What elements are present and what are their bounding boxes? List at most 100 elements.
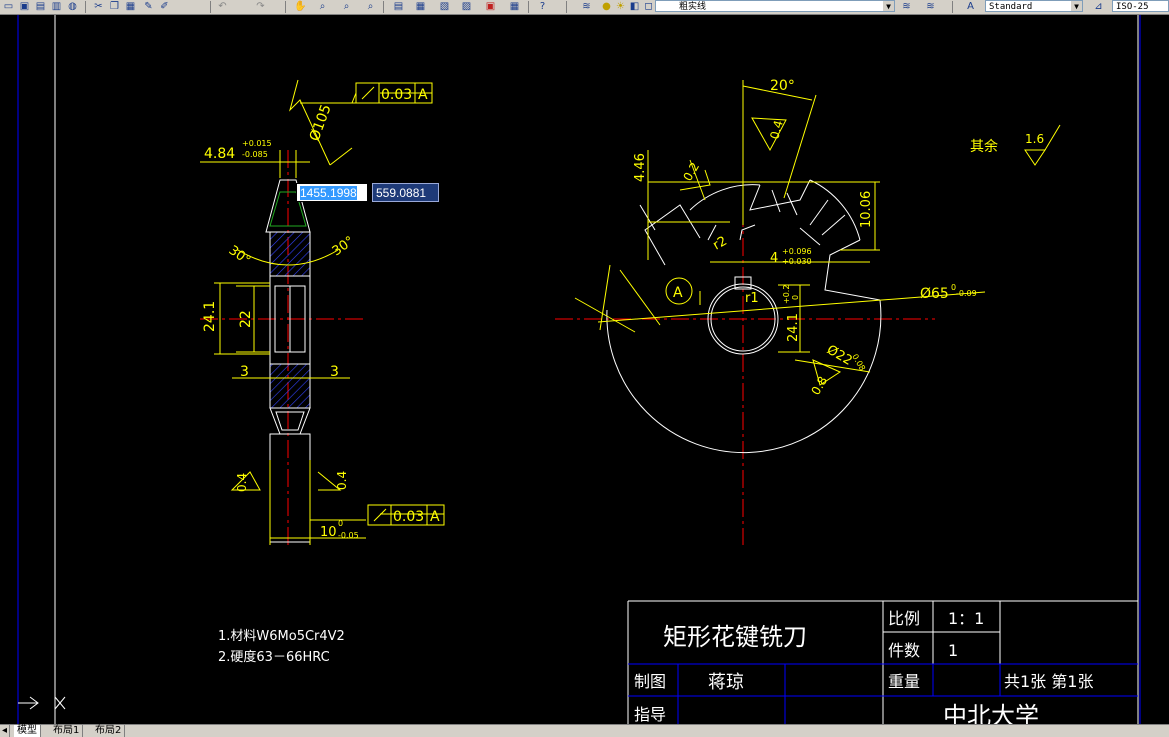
tool-palette-icon[interactable]: ▧ bbox=[438, 1, 451, 12]
toolbar-separator bbox=[952, 1, 953, 13]
coord-y-value: 559.0881 bbox=[376, 186, 427, 200]
title-block: 矩形花键铣刀 比例 1：1 件数 1 制图 蒋琼 重量 共1张 第1张 指导 中… bbox=[627, 600, 1138, 724]
dim-radius-2: r2 bbox=[711, 234, 730, 254]
dim-tol-lower: 0 bbox=[791, 295, 800, 300]
tab-layout2[interactable]: 布局2 bbox=[92, 725, 126, 737]
runout-tolerance-2: 0.03 bbox=[393, 509, 424, 525]
dim-tol-upper: +0.2 bbox=[782, 285, 791, 304]
help-icon[interactable]: ? bbox=[536, 1, 549, 12]
dim-4-46: 4.46 bbox=[633, 153, 648, 182]
tab-scroll-icon[interactable]: ◂ bbox=[0, 725, 11, 737]
dim-tol-lower: +0.030 bbox=[782, 257, 812, 266]
globe-icon[interactable]: ◍ bbox=[66, 1, 79, 12]
toolbar-separator bbox=[210, 1, 211, 13]
sheet-set-icon[interactable]: ▨ bbox=[460, 1, 473, 12]
text-style-dropdown[interactable]: Standard ▼ bbox=[985, 0, 1083, 12]
markup-icon[interactable]: ▣ bbox=[484, 1, 497, 12]
toolbar-separator bbox=[528, 1, 529, 13]
weight-label: 重量 bbox=[888, 672, 920, 691]
roughness-other-label: 其余 bbox=[970, 138, 998, 155]
toolbar-separator bbox=[566, 1, 567, 13]
dim-24-1: 24.1 bbox=[786, 313, 801, 342]
text-style-name: Standard bbox=[989, 2, 1033, 12]
chevron-down-icon[interactable]: ▼ bbox=[883, 1, 894, 11]
layer-dropdown[interactable]: 粗实线 ▼ bbox=[655, 0, 895, 12]
roughness-0-8: 0.8 bbox=[808, 374, 830, 398]
calculator-icon[interactable]: ▦ bbox=[508, 1, 521, 12]
technical-notes: 1.材料W6Mo5Cr4V2 2.硬度63－66HRC bbox=[218, 629, 345, 665]
roughness-0-4-left: 0.4 bbox=[235, 473, 249, 492]
dim-side-width: 4.84 bbox=[204, 146, 235, 162]
tab-model[interactable]: 模型 bbox=[14, 725, 41, 737]
pan-icon[interactable]: ✋ bbox=[294, 1, 307, 12]
note-material: 1.材料W6Mo5Cr4V2 bbox=[218, 629, 345, 644]
chevron-down-icon[interactable]: ▼ bbox=[1071, 1, 1082, 11]
dim-width-3-right: 3 bbox=[330, 364, 339, 380]
front-view[interactable]: A 20° 0.4 0.2 4.46 10.06 r2 4 +0.096 +0.… bbox=[555, 78, 1061, 545]
cut-icon[interactable]: ✂ bbox=[92, 1, 105, 12]
copy-icon[interactable]: ❐ bbox=[108, 1, 121, 12]
redo-icon[interactable]: ↷ bbox=[254, 1, 267, 12]
dim-tol-lower: -0.05 bbox=[338, 531, 359, 540]
tab-layout1[interactable]: 布局1 bbox=[50, 725, 84, 737]
dim-keyway-4: 4 bbox=[770, 251, 778, 266]
layer-previous-icon[interactable]: ≋ bbox=[924, 1, 937, 12]
scale-label: 比例 bbox=[888, 609, 920, 628]
design-center-icon[interactable]: ▦ bbox=[414, 1, 427, 12]
save-icon[interactable]: ▤ bbox=[34, 1, 47, 12]
match-properties-icon[interactable]: ✎ bbox=[142, 1, 155, 12]
runout-tolerance-1: 0.03 bbox=[381, 87, 412, 103]
qty-label: 件数 bbox=[888, 641, 920, 660]
drawn-label: 制图 bbox=[634, 672, 666, 691]
new-file-icon[interactable]: ▭ bbox=[2, 1, 15, 12]
open-icon[interactable]: ▣ bbox=[18, 1, 31, 12]
dim-tol-upper: 0 bbox=[338, 519, 343, 528]
dim-height-24-1: 24.1 bbox=[202, 301, 218, 332]
roughness-0-4-right: 0.4 bbox=[335, 471, 349, 490]
drawing-canvas[interactable]: 4.84 +0.015 -0.085 Ø105 0.03 A 30° 30° 2… bbox=[0, 15, 1169, 724]
layer-lock-icon[interactable]: ◧ bbox=[628, 1, 641, 12]
dim-style-dropdown[interactable]: ISO-25 bbox=[1112, 0, 1169, 12]
coord-y-input[interactable]: 559.0881 bbox=[372, 183, 439, 202]
datum-ref-1: A bbox=[418, 87, 428, 103]
toolbar-separator bbox=[285, 1, 286, 13]
datum-ref-2: A bbox=[430, 509, 440, 525]
dim-radius-1: r1 bbox=[745, 291, 759, 306]
dim-diameter-65: Ø65 bbox=[920, 286, 949, 302]
scale-value: 1：1 bbox=[948, 609, 984, 628]
properties-icon[interactable]: ▤ bbox=[392, 1, 405, 12]
note-hardness: 2.硬度63－66HRC bbox=[218, 649, 330, 665]
zoom-realtime-icon[interactable]: ⌕ bbox=[316, 1, 329, 12]
layer-on-icon[interactable]: ● bbox=[600, 1, 613, 12]
paste-icon[interactable]: ▦ bbox=[124, 1, 137, 12]
print-icon[interactable]: ▥ bbox=[50, 1, 63, 12]
dim-style-icon[interactable]: ⊿ bbox=[1092, 1, 1105, 12]
roughness-0-2: 0.2 bbox=[680, 160, 702, 184]
layer-freeze-icon[interactable]: ☀ bbox=[614, 1, 627, 12]
layer-color-icon[interactable]: ◻ bbox=[642, 1, 655, 12]
make-current-layer-icon[interactable]: ≋ bbox=[900, 1, 913, 12]
guide-label: 指导 bbox=[634, 705, 666, 724]
dim-angle-right: 30° bbox=[330, 234, 357, 260]
dim-angle-left: 30° bbox=[226, 243, 253, 269]
layer-name: 粗实线 bbox=[679, 2, 707, 12]
zoom-previous-icon[interactable]: ⌕ bbox=[364, 1, 377, 12]
dim-tol-lower: -0.09 bbox=[956, 289, 977, 298]
layer-manager-icon[interactable]: ≋ bbox=[580, 1, 593, 12]
qty-value: 1 bbox=[948, 641, 958, 660]
section-view[interactable]: 4.84 +0.015 -0.085 Ø105 0.03 A 30° 30° 2… bbox=[200, 79, 445, 545]
dim-tol-upper: +0.015 bbox=[242, 139, 272, 148]
sheet-info: 共1张 第1张 bbox=[1004, 672, 1093, 691]
coord-x-input[interactable]: 1455.1998 bbox=[296, 183, 368, 202]
toolbar-separator bbox=[383, 1, 384, 13]
undo-icon[interactable]: ↶ bbox=[216, 1, 229, 12]
zoom-window-icon[interactable]: ⌕ bbox=[340, 1, 353, 12]
dim-angle-20: 20° bbox=[770, 78, 795, 94]
coord-x-value: 1455.1998 bbox=[300, 186, 357, 200]
dim-tol-lower: -0.085 bbox=[242, 150, 268, 159]
text-style-icon[interactable]: A bbox=[964, 1, 977, 12]
toolbar: ▭ ▣ ▤ ▥ ◍ ✂ ❐ ▦ ✎ ✐ ↶ ↷ ✋ ⌕ ⌕ ⌕ ▤ ▦ ▧ ▨ … bbox=[0, 0, 1169, 15]
roughness-0-4-top: 0.4 bbox=[767, 119, 785, 141]
ucs-icon bbox=[18, 696, 66, 710]
brush-icon[interactable]: ✐ bbox=[158, 1, 171, 12]
